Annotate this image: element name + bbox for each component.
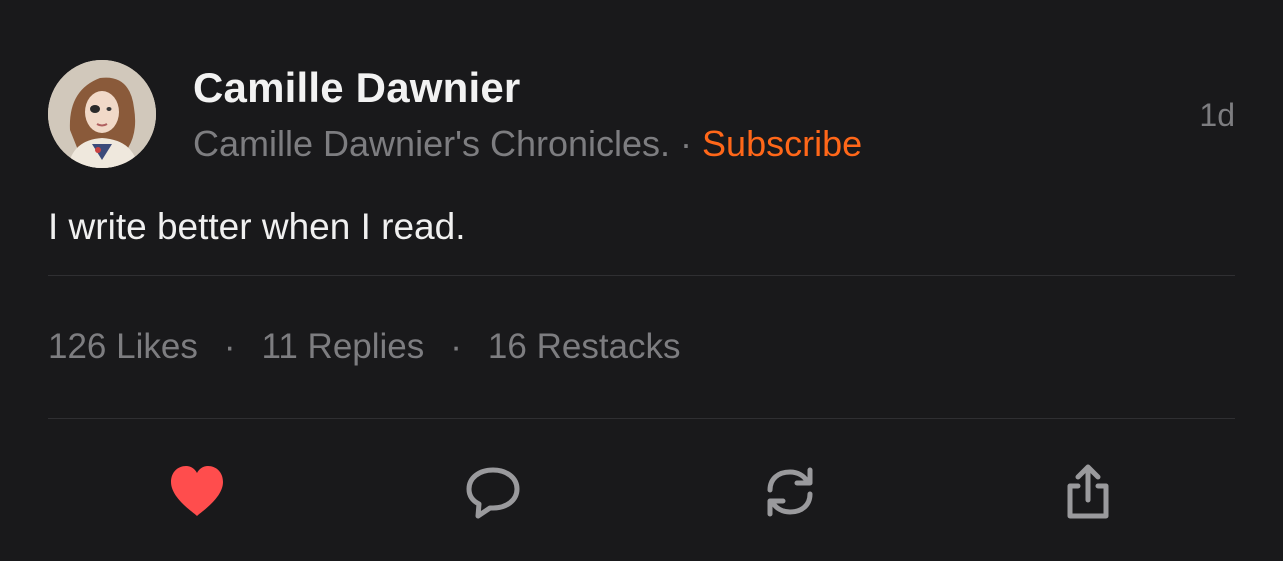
author-avatar[interactable] — [48, 60, 156, 168]
note-post: Camille Dawnier Camille Dawnier's Chroni… — [0, 0, 1283, 561]
restack-arrows-icon — [767, 467, 813, 517]
post-body: I write better when I read. — [48, 206, 466, 247]
divider — [48, 418, 1235, 419]
publication-name[interactable]: Camille Dawnier's Chronicles. — [193, 123, 670, 164]
author-name[interactable]: Camille Dawnier — [193, 64, 520, 112]
stats-separator: · — [450, 327, 462, 366]
heart-icon — [171, 466, 223, 516]
likes-count[interactable]: 126 Likes — [48, 327, 198, 366]
speech-bubble-icon — [466, 467, 520, 519]
post-timestamp: 1d — [1199, 97, 1235, 133]
share-button[interactable] — [1058, 462, 1118, 522]
subscribe-link[interactable]: Subscribe — [702, 123, 862, 164]
reply-button[interactable] — [463, 462, 523, 522]
avatar-photo — [48, 60, 156, 168]
engagement-stats: 126 Likes · 11 Replies · 16 Restacks — [48, 327, 681, 367]
stats-separator: · — [223, 327, 236, 366]
restacks-count[interactable]: 16 Restacks — [488, 327, 681, 366]
byline-separator: · — [680, 123, 693, 164]
restack-button[interactable] — [760, 462, 820, 522]
divider — [48, 275, 1235, 276]
like-button[interactable] — [167, 462, 227, 522]
share-upload-icon — [1067, 464, 1109, 519]
replies-count[interactable]: 11 Replies — [261, 327, 424, 366]
byline: Camille Dawnier's Chronicles. · Subscribe — [193, 123, 862, 165]
